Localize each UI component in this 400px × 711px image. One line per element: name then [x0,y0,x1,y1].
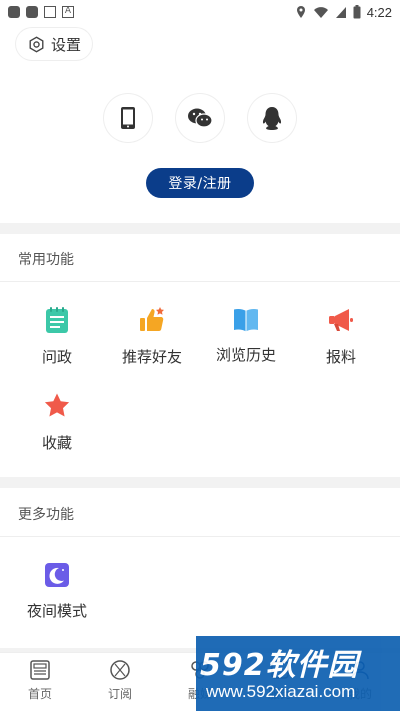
grid-item-label: 问政 [41,348,72,366]
location-icon [296,6,305,18]
nav-item-home[interactable]: 首页 [0,659,80,702]
thumbs-up-icon [140,307,164,331]
divider-line [0,281,400,282]
star-icon [44,393,70,417]
login-register-button[interactable]: 登录/注册 [146,168,254,198]
clock: 4:22 [366,4,392,20]
wechat-icon [188,108,213,128]
grid-item-label: 推荐好友 [121,348,182,366]
newspaper-icon [30,660,50,680]
nav-label: 首页 [27,687,52,701]
grid-item-recommend-friend[interactable]: 推荐好友 [102,306,202,367]
settings-button[interactable]: 设置 [16,28,92,60]
font-icon: A [62,6,74,18]
moon-icon [45,563,69,587]
grid-item-browse-history[interactable]: 浏览历史 [196,306,296,365]
status-bar: A 4:22 [0,0,400,24]
phone-login-button[interactable] [104,94,152,142]
watermark: 592软件园 www.592xiazai.com [196,636,400,711]
grid-item-night-mode[interactable]: 夜间模式 [7,562,107,621]
notification-icon [8,6,20,18]
wechat-login-button[interactable] [176,94,224,142]
section-divider [0,477,400,488]
book-icon [234,309,258,332]
image-icon [44,6,56,18]
qq-login-button[interactable] [248,94,296,142]
watermark-brand: 592软件园 [200,648,359,683]
grid-item-report[interactable]: 报料 [291,306,391,367]
grid-item-favorites[interactable]: 收藏 [7,392,107,453]
grid-item-label: 收藏 [41,434,72,452]
nav-label: 订阅 [107,687,132,701]
subscribe-icon [110,660,130,680]
section-divider [0,223,400,234]
phone-icon [121,107,135,129]
settings-label: 设置 [51,35,82,54]
wifi-icon [313,6,328,18]
login-methods [0,94,400,142]
grid-item-inquiry[interactable]: 问政 [7,306,107,367]
more-functions-title: 更多功能 [18,507,74,523]
grid-item-label: 夜间模式 [26,602,87,620]
qq-icon [262,107,282,130]
gear-icon [29,35,44,53]
nav-item-subscribe[interactable]: 订阅 [80,659,160,702]
grid-item-label: 报料 [325,348,356,366]
battery-icon [353,5,361,19]
megaphone-icon [329,309,353,331]
notification-icon [26,6,38,18]
common-functions-title: 常用功能 [18,252,74,268]
grid-item-label: 浏览历史 [215,346,276,364]
watermark-url: www.592xiazai.com [206,682,356,701]
signal-icon [335,6,346,18]
divider-line [0,536,400,537]
document-list-icon [46,307,68,333]
notification-icons: A [8,6,74,18]
